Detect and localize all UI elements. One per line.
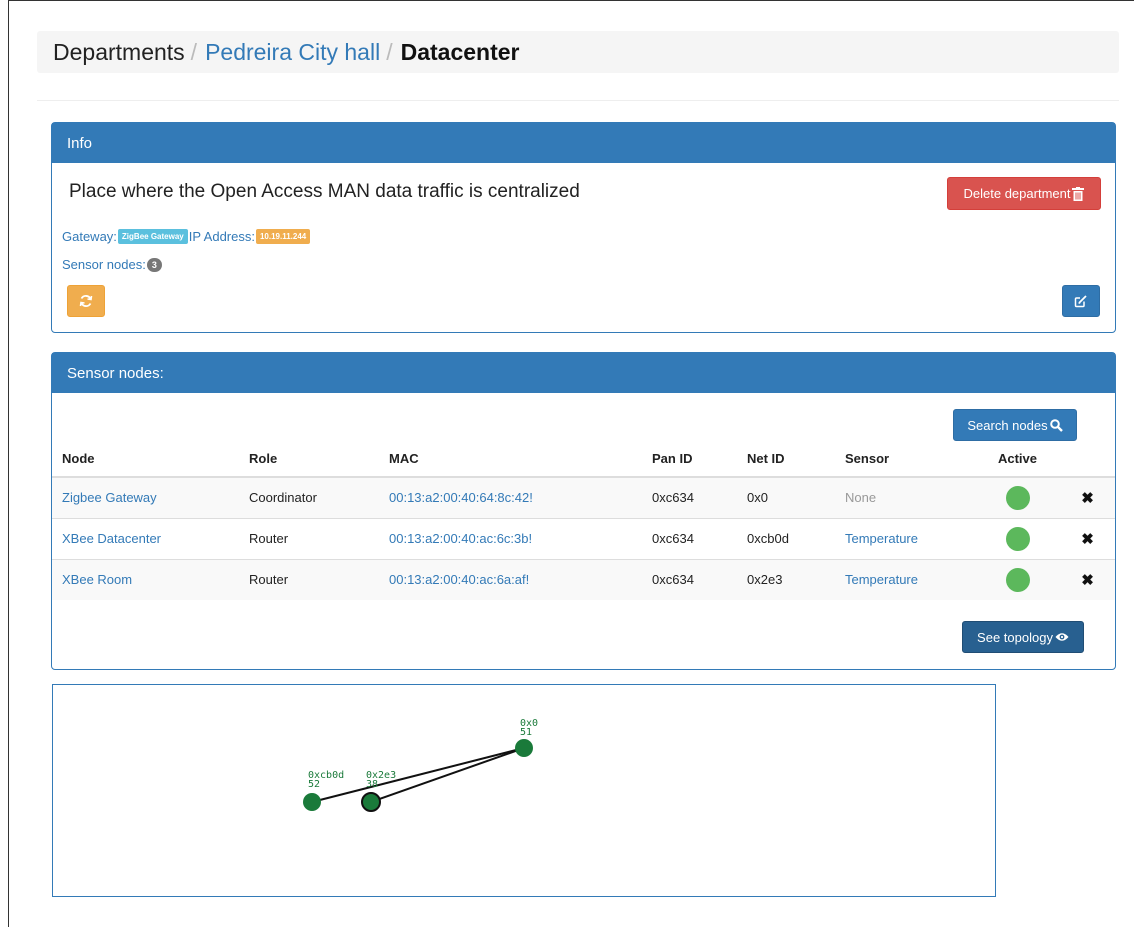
edit-icon [1074,295,1087,308]
node-sensor: None [835,476,975,518]
node-sensor-link[interactable]: Temperature [835,558,975,600]
ip-address-label: IP Address: [188,229,255,244]
breadcrumb-current: Datacenter [400,38,520,65]
table-row: Zigbee Gateway Coordinator 00:13:a2:00:4… [52,476,1115,518]
delete-department-label: Delete department [963,186,1071,201]
column-header-actions [1060,441,1115,478]
column-header-net-id: Net ID [737,441,835,478]
node-net-id: 0x2e3 [737,558,835,600]
gateway-info-row: Gateway: ZigBee Gateway IP Address: 10.1… [62,229,311,244]
node-mac-link[interactable]: 00:13:a2:00:40:ac:6a:af! [379,558,642,600]
department-description: Place where the Open Access MAN data tra… [69,181,580,202]
see-topology-label: See topology [977,629,1053,645]
sensor-nodes-table: Node Role MAC Pan ID Net ID Sensor Activ… [52,441,1115,600]
sensor-nodes-label: Sensor nodes: [62,257,146,272]
remove-icon[interactable]: ✖ [1081,572,1094,589]
refresh-icon [79,295,93,307]
search-nodes-label: Search nodes [967,417,1048,433]
gateway-badge: ZigBee Gateway [117,229,188,244]
search-icon [1049,418,1063,432]
delete-department-button[interactable]: Delete department [947,177,1101,210]
topology-node-value-label: 38 [366,779,378,790]
table-header-row: Node Role MAC Pan ID Net ID Sensor Activ… [52,441,1115,478]
node-role: Router [239,558,379,600]
node-role: Coordinator [239,476,379,518]
breadcrumb-pedreira-city-hall[interactable]: Pedreira City hall [205,39,380,66]
breadcrumb-separator: / [190,38,198,65]
sensor-nodes-panel: Sensor nodes: Search nodes Node Role MAC… [51,352,1116,670]
active-status-indicator [1005,485,1030,510]
topology-node-value-label: 51 [520,727,532,738]
table-row: XBee Datacenter Router 00:13:a2:00:40:ac… [52,517,1115,559]
info-panel-heading: Info [52,123,1115,163]
node-name-link[interactable]: Zigbee Gateway [52,476,239,518]
node-active-cell [975,517,1060,559]
column-header-node: Node [52,441,239,478]
column-header-sensor: Sensor [835,441,975,478]
node-remove-cell: ✖ [1060,558,1115,600]
node-active-cell [975,476,1060,518]
gateway-label: Gateway: [62,229,117,244]
topology-node[interactable] [515,739,533,757]
node-pan-id: 0xc634 [642,558,737,600]
trash-icon [1072,186,1085,201]
active-status-indicator [1005,526,1030,551]
node-remove-cell: ✖ [1060,476,1115,518]
node-active-cell [975,558,1060,600]
sensor-nodes-count-row: Sensor nodes: 3 [62,257,162,272]
breadcrumb: Departments / Pedreira City hall / Datac… [37,31,1119,73]
node-pan-id: 0xc634 [642,476,737,518]
column-header-active: Active [975,441,1060,478]
column-header-role: Role [239,441,379,478]
node-net-id: 0x0 [737,476,835,518]
topology-graph: 0x0 51 0xcb0d 52 0x2e3 38 [52,684,996,897]
see-topology-button[interactable]: See topology [962,621,1084,653]
topology-svg: 0x0 51 0xcb0d 52 0x2e3 38 [303,718,538,812]
node-remove-cell: ✖ [1060,517,1115,559]
breadcrumb-separator: / [386,38,393,65]
window-top-border [8,0,1134,1]
node-pan-id: 0xc634 [642,517,737,559]
ip-address-badge: 10.19.11.244 [255,229,311,244]
node-sensor-link[interactable]: Temperature [835,517,975,559]
breadcrumb-departments[interactable]: Departments [53,39,185,66]
node-mac-link[interactable]: 00:13:a2:00:40:ac:6c:3b! [379,517,642,559]
column-header-mac: MAC [379,441,642,478]
node-mac-link[interactable]: 00:13:a2:00:40:64:8c:42! [379,476,642,518]
sensor-nodes-count-badge: 3 [146,257,162,272]
node-name-link[interactable]: XBee Room [52,558,239,600]
sensor-nodes-panel-heading: Sensor nodes: [52,353,1115,393]
remove-icon[interactable]: ✖ [1081,531,1094,548]
window-left-border [8,0,9,927]
table-row: XBee Room Router 00:13:a2:00:40:ac:6a:af… [52,558,1115,600]
topology-node[interactable] [303,793,321,811]
search-nodes-button[interactable]: Search nodes [953,409,1077,441]
info-panel: Info Place where the Open Access MAN dat… [51,122,1116,333]
edit-department-button[interactable] [1062,285,1100,317]
node-name-link[interactable]: XBee Datacenter [52,517,239,559]
column-header-pan-id: Pan ID [642,441,737,478]
remove-icon[interactable]: ✖ [1081,490,1094,507]
topology-node-selected[interactable] [361,792,381,812]
eye-icon [1055,633,1069,641]
node-net-id: 0xcb0d [737,517,835,559]
node-role: Router [239,517,379,559]
refresh-button[interactable] [67,285,105,317]
topology-node-value-label: 52 [308,779,320,790]
active-status-indicator [1005,567,1030,592]
divider [37,100,1119,101]
